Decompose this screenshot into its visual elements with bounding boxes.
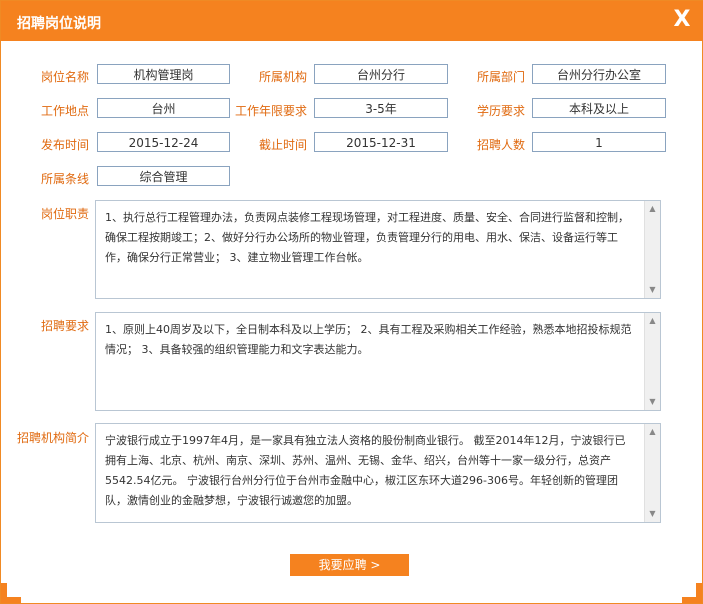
dept-field: 台州分行办公室 xyxy=(532,64,666,84)
scroll-up-icon[interactable]: ▲ xyxy=(647,426,658,438)
headcount-label: 招聘人数 xyxy=(476,138,525,152)
scroll-down-icon[interactable]: ▼ xyxy=(647,508,658,520)
corner-decoration xyxy=(1,583,21,603)
location-label: 工作地点 xyxy=(40,104,89,118)
education-field: 本科及以上 xyxy=(532,98,666,118)
duties-textarea[interactable]: 1、执行总行工程管理办法，负责网点装修工程现场管理，对工程进度、质量、安全、合同… xyxy=(95,200,661,299)
org-field: 台州分行 xyxy=(314,64,448,84)
publish-label: 发布时间 xyxy=(40,138,89,152)
scroll-up-icon[interactable]: ▲ xyxy=(647,315,658,327)
org-intro-text: 宁波银行成立于1997年4月，是一家具有独立法人资格的股份制商业银行。 截至20… xyxy=(105,434,626,507)
headcount-field: 1 xyxy=(532,132,666,152)
scroll-up-icon[interactable]: ▲ xyxy=(647,203,658,215)
dialog: 招聘岗位说明 X 岗位名称 机构管理岗 所属机构 台州分行 所属部门 台州分行办… xyxy=(0,0,703,604)
line-label: 所属条线 xyxy=(40,172,89,186)
requirements-label: 招聘要求 xyxy=(40,319,89,333)
publish-field: 2015-12-24 xyxy=(97,132,230,152)
years-label: 工作年限要求 xyxy=(234,104,307,118)
apply-button[interactable]: 我要应聘 > xyxy=(290,554,409,576)
post-name-label: 岗位名称 xyxy=(40,70,89,84)
close-icon[interactable]: X xyxy=(666,7,698,33)
duties-label: 岗位职责 xyxy=(40,207,89,221)
dialog-titlebar: 招聘岗位说明 X xyxy=(1,1,703,41)
dialog-title: 招聘岗位说明 xyxy=(17,16,101,32)
requirements-text: 1、原则上40周岁及以下，全日制本科及以上学历； 2、具有工程及采购相关工作经验… xyxy=(105,323,632,356)
education-label: 学历要求 xyxy=(476,104,525,118)
post-name-field: 机构管理岗 xyxy=(97,64,230,84)
line-field: 综合管理 xyxy=(97,166,230,186)
years-field: 3-5年 xyxy=(314,98,448,118)
location-field: 台州 xyxy=(97,98,230,118)
org-intro-scrollbar[interactable]: ▲ ▼ xyxy=(644,424,660,522)
requirements-textarea[interactable]: 1、原则上40周岁及以下，全日制本科及以上学历； 2、具有工程及采购相关工作经验… xyxy=(95,312,661,411)
dept-label: 所属部门 xyxy=(476,70,525,84)
duties-text: 1、执行总行工程管理办法，负责网点装修工程现场管理，对工程进度、质量、安全、合同… xyxy=(105,211,629,264)
scroll-down-icon[interactable]: ▼ xyxy=(647,396,658,408)
org-label: 所属机构 xyxy=(258,70,307,84)
deadline-label: 截止时间 xyxy=(258,138,307,152)
org-intro-label: 招聘机构简介 xyxy=(16,431,89,445)
requirements-scrollbar[interactable]: ▲ ▼ xyxy=(644,313,660,410)
org-intro-textarea[interactable]: 宁波银行成立于1997年4月，是一家具有独立法人资格的股份制商业银行。 截至20… xyxy=(95,423,661,523)
scroll-down-icon[interactable]: ▼ xyxy=(647,284,658,296)
duties-scrollbar[interactable]: ▲ ▼ xyxy=(644,201,660,298)
corner-decoration xyxy=(682,583,702,603)
deadline-field: 2015-12-31 xyxy=(314,132,448,152)
